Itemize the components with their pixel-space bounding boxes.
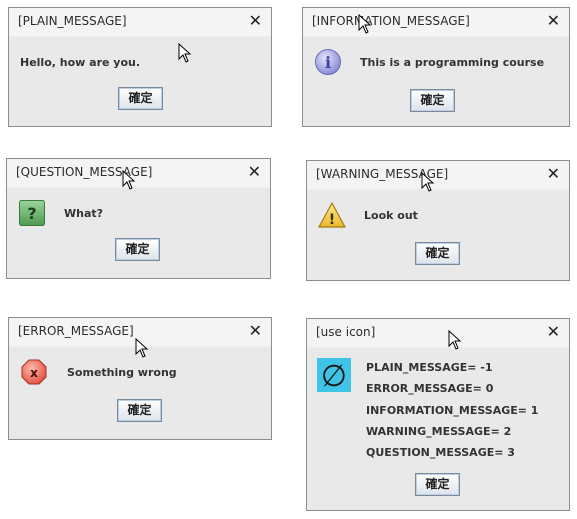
message-line: ERROR_MESSAGE= 0: [366, 382, 494, 395]
dialog-titlebar[interactable]: [QUESTION_MESSAGE] ✕: [7, 159, 270, 187]
dialog-titlebar[interactable]: [PLAIN_MESSAGE] ✕: [9, 8, 271, 36]
mouse-pointer-icon: [358, 14, 372, 34]
empty-set-glyph: ∅: [321, 359, 347, 392]
ok-button[interactable]: 確定: [415, 473, 460, 496]
ok-button[interactable]: 確定: [415, 242, 460, 265]
error-message-dialog: [ERROR_MESSAGE] ✕ x Something wrong 確定: [8, 317, 272, 440]
close-icon[interactable]: ✕: [547, 11, 560, 30]
info-icon: i: [315, 49, 341, 75]
dialog-body: i This is a programming course 確定: [303, 37, 569, 126]
dialog-title: [INFORMATION_MESSAGE]: [312, 14, 470, 28]
dialog-message: Something wrong: [67, 366, 177, 379]
warning-message-dialog: [WARNING_MESSAGE] ✕ ! Look out 確定: [306, 160, 570, 281]
dialog-message: Look out: [364, 209, 418, 222]
empty-set-icon: ∅: [317, 358, 351, 392]
dialog-body: Hello, how are you. 確定: [9, 37, 271, 126]
close-icon[interactable]: ✕: [249, 321, 262, 340]
ok-button[interactable]: 確定: [115, 238, 160, 261]
mouse-pointer-icon: [122, 170, 136, 190]
use-icon-dialog: [use icon] ✕ ∅ PLAIN_MESSAGE= -1 ERROR_M…: [306, 318, 570, 511]
mouse-pointer-icon: [448, 330, 462, 350]
question-message-dialog: [QUESTION_MESSAGE] ✕ ? What? 確定: [6, 158, 271, 279]
error-icon: x: [21, 359, 47, 385]
message-line: QUESTION_MESSAGE= 3: [366, 446, 515, 459]
warning-icon: !: [318, 202, 346, 228]
dialog-body: x Something wrong 確定: [9, 347, 271, 439]
mouse-pointer-icon: [135, 338, 149, 358]
error-glyph: x: [30, 366, 38, 380]
info-glyph: i: [325, 53, 331, 72]
close-icon[interactable]: ✕: [248, 162, 261, 181]
mouse-pointer-icon: [421, 172, 435, 192]
dialog-body: ? What? 確定: [7, 188, 270, 278]
mouse-pointer-icon: [178, 43, 192, 63]
plain-message-dialog: [PLAIN_MESSAGE] ✕ Hello, how are you. 確定: [8, 7, 272, 127]
dialog-title: [PLAIN_MESSAGE]: [18, 14, 127, 28]
dialog-titlebar[interactable]: [WARNING_MESSAGE] ✕: [307, 161, 569, 189]
message-line: INFORMATION_MESSAGE= 1: [366, 404, 539, 417]
dialog-message: Hello, how are you.: [20, 56, 141, 69]
ok-button[interactable]: 確定: [410, 89, 455, 112]
information-message-dialog: [INFORMATION_MESSAGE] ✕ i This is a prog…: [302, 7, 570, 127]
message-line: WARNING_MESSAGE= 2: [366, 425, 512, 438]
dialog-titlebar[interactable]: [INFORMATION_MESSAGE] ✕: [303, 8, 569, 36]
close-icon[interactable]: ✕: [547, 164, 560, 183]
dialog-title: [use icon]: [316, 325, 376, 339]
dialog-body: ! Look out 確定: [307, 190, 569, 280]
ok-button[interactable]: 確定: [117, 399, 162, 422]
warning-glyph: !: [329, 212, 335, 228]
dialog-titlebar[interactable]: [use icon] ✕: [307, 319, 569, 347]
ok-button[interactable]: 確定: [118, 87, 163, 110]
question-glyph: ?: [27, 204, 36, 223]
close-icon[interactable]: ✕: [547, 322, 560, 341]
question-icon: ?: [19, 200, 45, 226]
message-line: PLAIN_MESSAGE= -1: [366, 361, 493, 374]
dialog-message: What?: [64, 207, 104, 220]
close-icon[interactable]: ✕: [249, 11, 262, 30]
dialog-body: ∅ PLAIN_MESSAGE= -1 ERROR_MESSAGE= 0 INF…: [307, 348, 569, 510]
dialog-title: [ERROR_MESSAGE]: [18, 324, 134, 338]
dialog-message: This is a programming course: [360, 56, 545, 69]
